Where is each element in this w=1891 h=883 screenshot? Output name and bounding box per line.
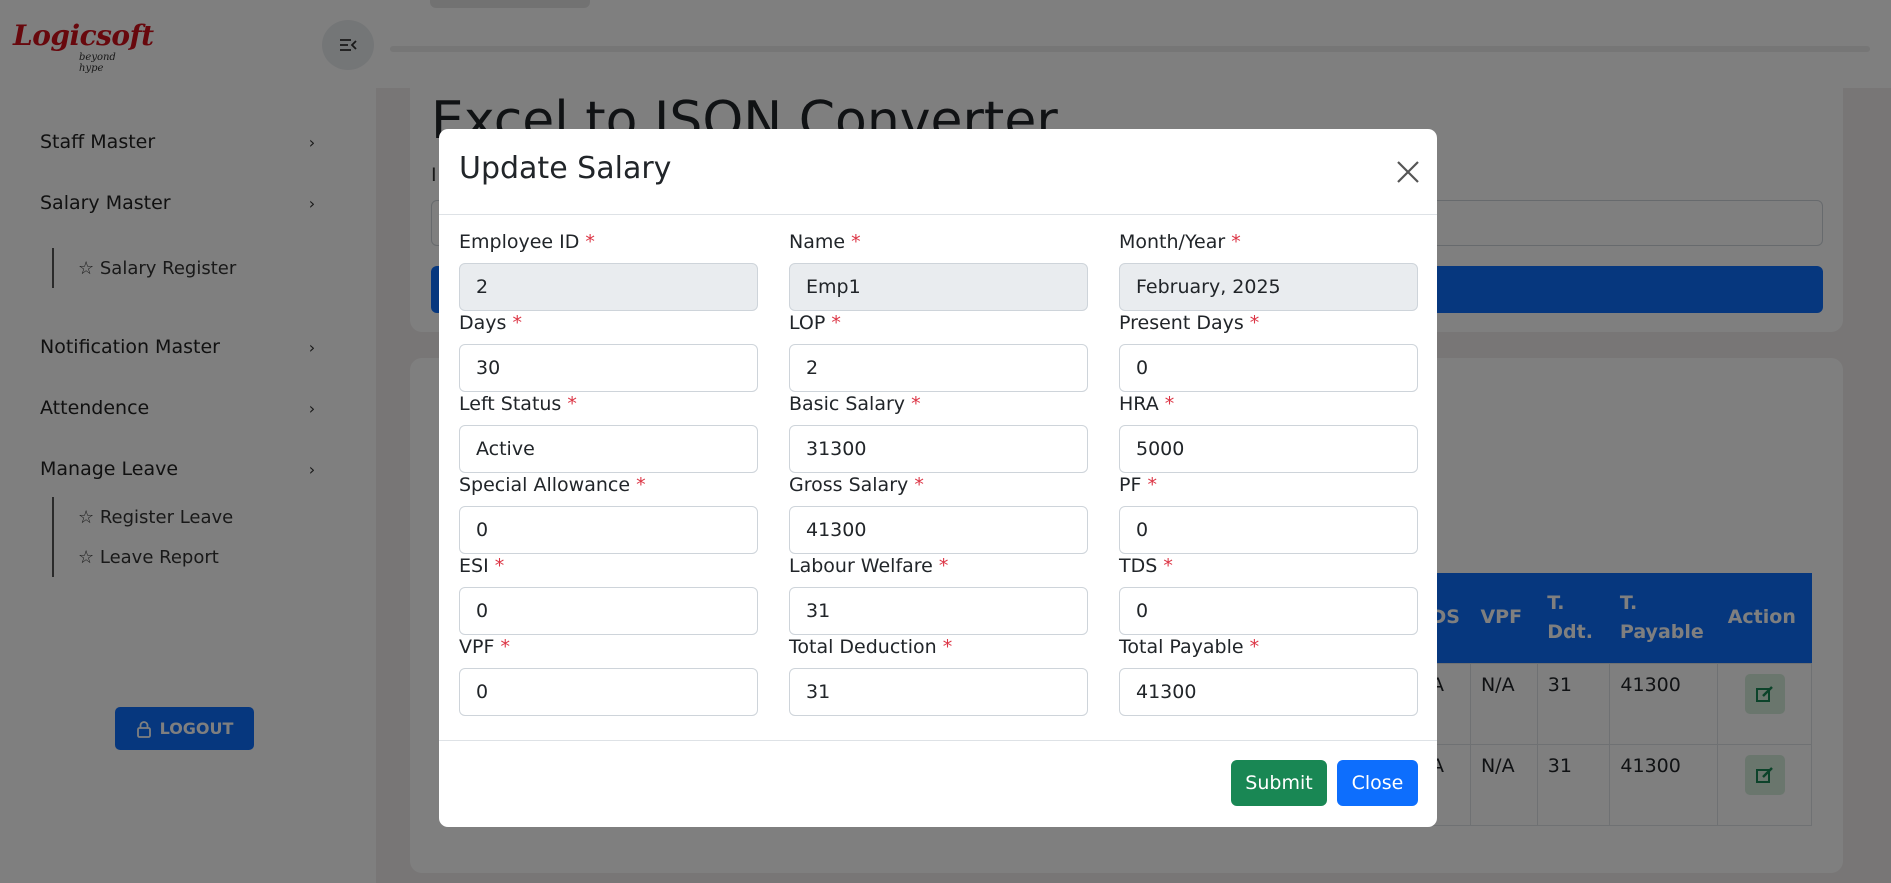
required-mark: * xyxy=(512,312,522,334)
present-days-field: Present Days * xyxy=(1119,310,1418,392)
field-label: Basic Salary xyxy=(789,393,906,415)
gross-salary-input[interactable] xyxy=(789,506,1088,554)
required-mark: * xyxy=(1164,393,1175,415)
required-mark: * xyxy=(1147,474,1157,496)
required-mark: * xyxy=(1231,231,1241,253)
required-mark: * xyxy=(831,312,841,334)
vpf-field: VPF * xyxy=(459,634,758,716)
gross-salary-field: Gross Salary * xyxy=(789,472,1088,554)
required-mark: * xyxy=(500,636,510,658)
required-mark: * xyxy=(494,555,505,577)
update-salary-modal: Update Salary Employee ID * Name * Month… xyxy=(439,129,1437,827)
month-year-input[interactable] xyxy=(1119,263,1418,311)
hra-input[interactable] xyxy=(1119,425,1418,473)
modal-footer: Submit Close xyxy=(439,740,1437,827)
pf-field: PF * xyxy=(1119,472,1418,554)
required-mark: * xyxy=(1249,312,1260,334)
employee-id-input[interactable] xyxy=(459,263,758,311)
days-input[interactable] xyxy=(459,344,758,392)
name-field: Name * xyxy=(789,229,1088,311)
submit-button[interactable]: Submit xyxy=(1231,760,1327,806)
required-mark: * xyxy=(585,231,595,253)
total-deduction-input[interactable] xyxy=(789,668,1088,716)
vpf-input[interactable] xyxy=(459,668,758,716)
required-mark: * xyxy=(851,231,861,253)
field-label: Left Status xyxy=(459,393,562,415)
tds-field: TDS * xyxy=(1119,553,1418,635)
field-label: LOP xyxy=(789,312,826,334)
days-field: Days * xyxy=(459,310,758,392)
field-label: Days xyxy=(459,312,507,334)
field-label: Labour Welfare xyxy=(789,555,933,577)
tds-input[interactable] xyxy=(1119,587,1418,635)
required-mark: * xyxy=(567,393,577,415)
field-label: PF xyxy=(1119,474,1142,496)
special-allowance-field: Special Allowance * xyxy=(459,472,758,554)
field-label: Total Payable xyxy=(1119,636,1244,658)
special-allowance-input[interactable] xyxy=(459,506,758,554)
required-mark: * xyxy=(1249,636,1260,658)
lop-field: LOP * xyxy=(789,310,1088,392)
total-deduction-field: Total Deduction * xyxy=(789,634,1088,716)
required-mark: * xyxy=(636,474,646,496)
field-label: Special Allowance xyxy=(459,474,631,496)
field-label: Employee ID xyxy=(459,231,580,253)
employee-id-field: Employee ID * xyxy=(459,229,758,311)
field-label: Gross Salary xyxy=(789,474,909,496)
left-status-input[interactable] xyxy=(459,425,758,473)
labour-welfare-field: Labour Welfare * xyxy=(789,553,1088,635)
required-mark: * xyxy=(942,636,953,658)
field-label: Present Days xyxy=(1119,312,1244,334)
close-button[interactable]: Close xyxy=(1337,760,1418,806)
pf-input[interactable] xyxy=(1119,506,1418,554)
total-payable-input[interactable] xyxy=(1119,668,1418,716)
field-label: VPF xyxy=(459,636,495,658)
modal-title: Update Salary xyxy=(459,151,672,186)
required-mark: * xyxy=(938,555,949,577)
required-mark: * xyxy=(1163,555,1173,577)
basic-salary-input[interactable] xyxy=(789,425,1088,473)
present-days-input[interactable] xyxy=(1119,344,1418,392)
name-input[interactable] xyxy=(789,263,1088,311)
hra-field: HRA * xyxy=(1119,391,1418,473)
basic-salary-field: Basic Salary * xyxy=(789,391,1088,473)
required-mark: * xyxy=(911,393,921,415)
field-label: Name xyxy=(789,231,846,253)
field-label: HRA xyxy=(1119,393,1159,415)
esi-input[interactable] xyxy=(459,587,758,635)
close-icon[interactable] xyxy=(1392,156,1424,188)
total-payable-field: Total Payable * xyxy=(1119,634,1418,716)
field-label: Month/Year xyxy=(1119,231,1226,253)
field-label: Total Deduction xyxy=(789,636,937,658)
field-label: TDS xyxy=(1119,555,1158,577)
field-label: ESI xyxy=(459,555,489,577)
month-year-field: Month/Year * xyxy=(1119,229,1418,311)
labour-welfare-input[interactable] xyxy=(789,587,1088,635)
modal-header: Update Salary xyxy=(439,129,1437,215)
required-mark: * xyxy=(914,474,924,496)
esi-field: ESI * xyxy=(459,553,758,635)
lop-input[interactable] xyxy=(789,344,1088,392)
left-status-field: Left Status * xyxy=(459,391,758,473)
